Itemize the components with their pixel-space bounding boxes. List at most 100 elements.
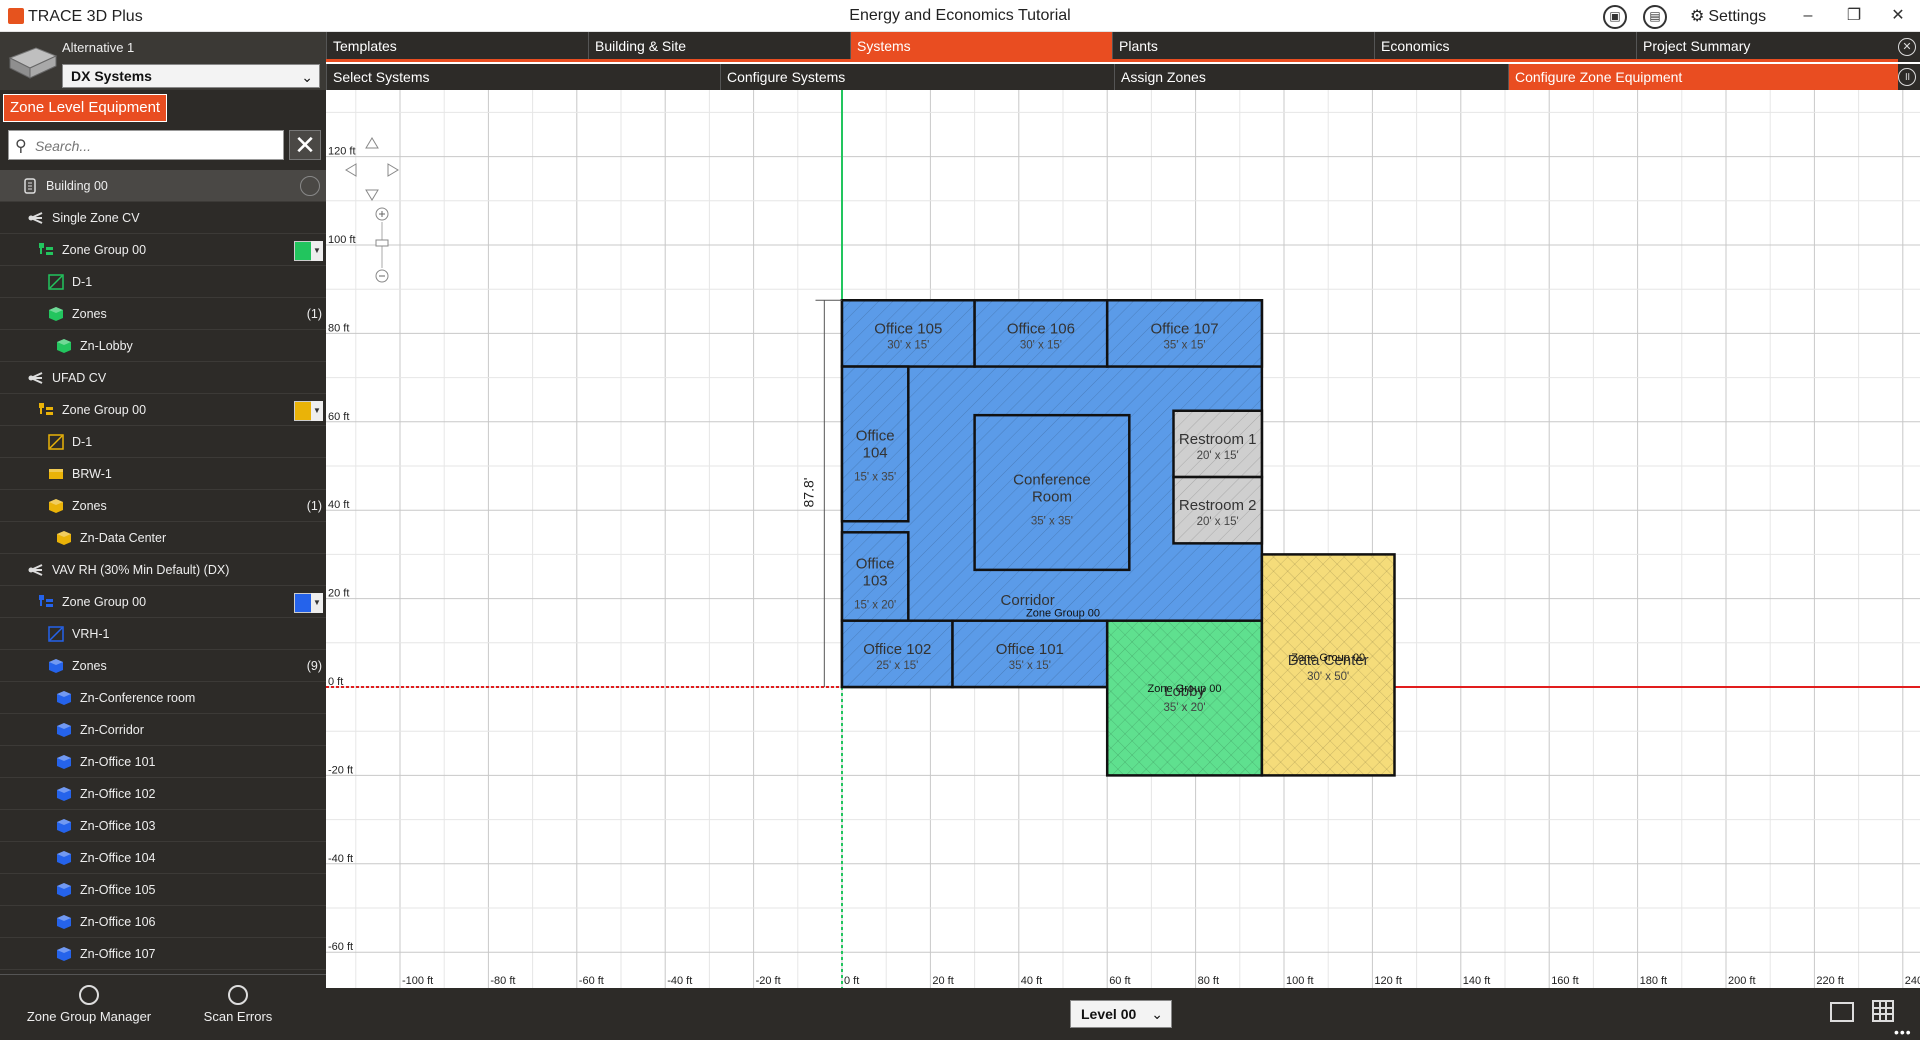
save-as-icon[interactable]: ▤ xyxy=(1643,5,1667,29)
tab-label: Plants xyxy=(1119,38,1158,54)
color-dropdown-icon[interactable]: ▼ xyxy=(311,241,323,261)
tree-item[interactable]: Zn-Office 103 xyxy=(0,810,326,842)
level-select[interactable]: Level 00 ⌄ xyxy=(1070,1000,1172,1028)
tree-item[interactable]: UFAD CV xyxy=(0,362,326,394)
zoom-slider-handle[interactable] xyxy=(375,239,389,247)
tree-item[interactable]: Zn-Office 107 xyxy=(0,938,326,970)
search-input[interactable] xyxy=(35,135,275,157)
search-box[interactable]: ⚲ xyxy=(8,130,284,160)
alternative-label: Alternative 1 xyxy=(62,40,135,55)
tab-configure-zone-equipment[interactable]: Configure Zone Equipment xyxy=(1508,64,1898,90)
tree-item[interactable]: VAV RH (30% Min Default) (DX) xyxy=(0,554,326,586)
tree-item-label: Zn-Corridor xyxy=(80,723,144,737)
zones-icon xyxy=(48,498,64,514)
x-tick-label: 220 ft xyxy=(1816,975,1844,987)
tab-economics[interactable]: Economics xyxy=(1374,32,1636,62)
room-dimension: 30' x 15' xyxy=(887,339,929,351)
tree-item[interactable]: Zn-Office 101 xyxy=(0,746,326,778)
color-dropdown-icon[interactable]: ▼ xyxy=(311,401,323,421)
tree-item[interactable]: BRW-1 xyxy=(0,458,326,490)
tree-item[interactable]: Zone Group 00 ▼ xyxy=(0,394,326,426)
zone-group-color-swatch[interactable] xyxy=(294,401,312,421)
building-thumbnail-icon xyxy=(8,47,58,79)
x-tick-label: -20 ft xyxy=(756,975,781,987)
tree-item[interactable]: Zn-Lobby xyxy=(0,330,326,362)
tree-item-label: Zones xyxy=(72,499,107,513)
navigation-controls[interactable] xyxy=(345,137,399,283)
tree-item[interactable]: Zn-Office 106 xyxy=(0,906,326,938)
zone-group-color-swatch[interactable] xyxy=(294,241,312,261)
room-dimension: 25' x 15' xyxy=(876,660,918,672)
pan-up-icon[interactable] xyxy=(365,137,379,149)
room-label: Restroom 2 xyxy=(1179,497,1257,514)
zones-icon xyxy=(48,306,64,322)
zone-icon xyxy=(56,946,72,962)
close-icon[interactable]: ✕ xyxy=(1878,4,1918,28)
scan-errors-label: Scan Errors xyxy=(203,1009,273,1024)
zone-group-manager-button[interactable]: Zone Group Manager xyxy=(26,985,152,1024)
tree-item[interactable]: Zone Group 00 ▼ xyxy=(0,234,326,266)
tree-item[interactable]: Zones (1) xyxy=(0,490,326,522)
settings-button[interactable]: ⚙ Settings xyxy=(1690,6,1766,28)
tree-item[interactable]: Zn-Conference room xyxy=(0,682,326,714)
app-logo-icon xyxy=(8,8,24,24)
restore-icon[interactable]: ❐ xyxy=(1834,4,1874,28)
y-tick-label: 0 ft xyxy=(328,676,343,688)
tab-templates[interactable]: Templates xyxy=(326,32,588,62)
system-type-select[interactable]: DX Systems ⌄ xyxy=(62,64,320,88)
tree-item[interactable]: Zn-Office 105 xyxy=(0,874,326,906)
tab-systems[interactable]: Systems xyxy=(850,32,1112,62)
x-tick-label: 180 ft xyxy=(1640,975,1668,987)
primary-tabs: Templates Building & Site Systems Plants… xyxy=(326,32,1920,62)
tab-select-systems[interactable]: Select Systems xyxy=(326,64,720,90)
tree-item[interactable]: Zones (9) xyxy=(0,650,326,682)
tree-item[interactable]: Zone Group 00 ▼ xyxy=(0,586,326,618)
tab-project-summary[interactable]: Project Summary xyxy=(1636,32,1898,62)
floor-plan-svg[interactable]: Office 105 30' x 15' Office 106 30' x 15' Of… xyxy=(326,90,1920,988)
tree-item[interactable]: Zn-Office 104 xyxy=(0,842,326,874)
clear-search-button[interactable]: ✕ xyxy=(289,130,321,160)
room-label: 104 xyxy=(863,444,888,461)
tree-item[interactable]: Zn-Office 102 xyxy=(0,778,326,810)
x-tick-label: 240 xyxy=(1905,975,1920,987)
zone-icon xyxy=(56,786,72,802)
status-bar: Level 00 ⌄ ••• xyxy=(326,988,1920,1040)
grid-toggle-icon[interactable] xyxy=(1872,1000,1894,1022)
tree-item-label: Zn-Data Center xyxy=(80,531,167,545)
pan-down-icon[interactable] xyxy=(365,189,379,201)
tree-item[interactable]: Zn-Data Center xyxy=(0,522,326,554)
tree-item-label: Zn-Office 106 xyxy=(80,915,156,929)
scan-errors-button[interactable]: Scan Errors xyxy=(200,985,276,1024)
tab-building-site[interactable]: Building & Site xyxy=(588,32,850,62)
pan-left-icon[interactable] xyxy=(345,163,357,177)
zone-group-color-swatch[interactable] xyxy=(294,593,312,613)
tree-item-count: (9) xyxy=(306,659,322,673)
tree-item[interactable]: Zn-Corridor xyxy=(0,714,326,746)
save-icon[interactable]: ▣ xyxy=(1603,5,1627,29)
tab-assign-zones[interactable]: Assign Zones xyxy=(1114,64,1508,90)
tab-plants[interactable]: Plants xyxy=(1112,32,1374,62)
tree-item-count: (1) xyxy=(306,499,322,513)
more-options-icon[interactable]: ••• xyxy=(1894,1024,1912,1040)
color-dropdown-icon[interactable]: ▼ xyxy=(311,593,323,613)
x-tick-label: 160 ft xyxy=(1551,975,1579,987)
edit-icon[interactable] xyxy=(300,176,320,196)
image-icon[interactable] xyxy=(1830,1002,1854,1022)
y-tick-label: 100 ft xyxy=(328,234,356,246)
floor-plan-canvas[interactable]: Office 105 30' x 15' Office 106 30' x 15' Of… xyxy=(326,90,1920,988)
tree-item[interactable]: Single Zone CV xyxy=(0,202,326,234)
minimize-icon[interactable]: – xyxy=(1788,4,1828,28)
tree-item[interactable]: Zones (1) xyxy=(0,298,326,330)
pan-right-icon[interactable] xyxy=(387,163,399,177)
tab-label: Systems xyxy=(857,38,911,54)
tree-item[interactable]: D-1 xyxy=(0,266,326,298)
tree-item[interactable]: Building 00 xyxy=(0,170,326,202)
tab-underline xyxy=(326,59,1898,62)
zone-level-equipment-button[interactable]: Zone Level Equipment xyxy=(3,94,168,122)
close-panel-icon[interactable]: ✕ xyxy=(1898,38,1916,56)
tab-configure-systems[interactable]: Configure Systems xyxy=(720,64,1114,90)
tree-item[interactable]: VRH-1 xyxy=(0,618,326,650)
pause-icon[interactable]: ॥ xyxy=(1898,68,1916,86)
tree-item-label: BRW-1 xyxy=(72,467,112,481)
tree-item[interactable]: D-1 xyxy=(0,426,326,458)
